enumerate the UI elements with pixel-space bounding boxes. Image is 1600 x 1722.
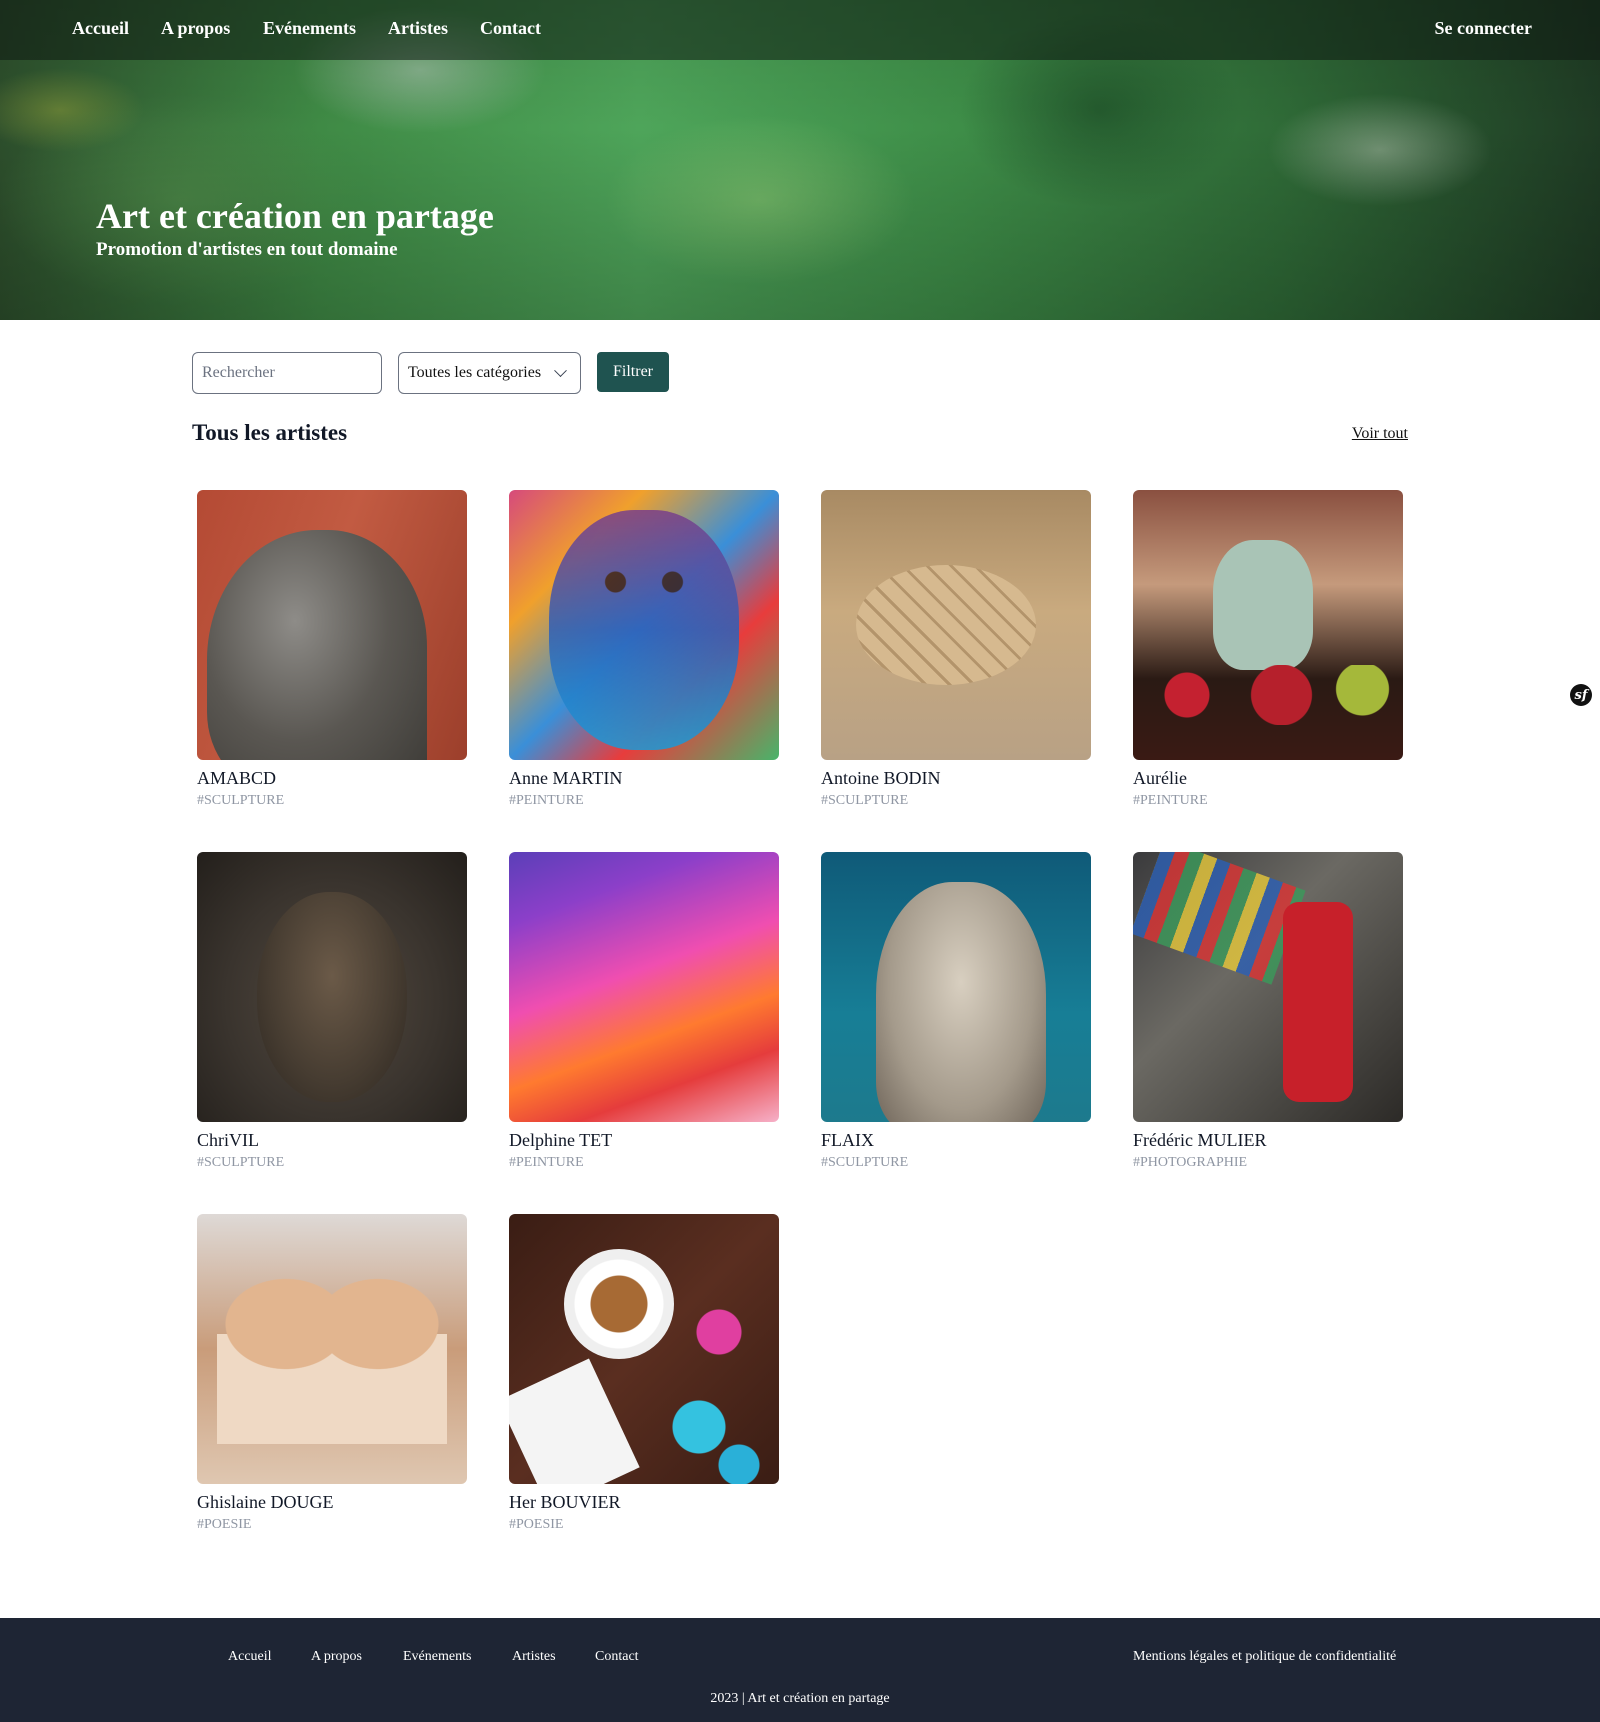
artist-image[interactable] [821,490,1091,760]
artist-name[interactable]: Antoine BODIN [821,768,1091,789]
artist-category-tag: #SCULPTURE [821,793,909,808]
artist-name[interactable]: Delphine TET [509,1130,779,1151]
nav-link-evenements[interactable]: Evénements [263,18,356,39]
artist-card[interactable]: Ghislaine DOUGE #POESIE [197,1214,467,1533]
chevron-down-icon [554,363,567,377]
artist-card[interactable]: Frédéric MULIER #PHOTOGRAPHIE [1133,852,1403,1171]
footer-link-a-propos[interactable]: A propos [311,1649,362,1665]
artist-image[interactable] [509,490,779,760]
top-navigation: Accueil A propos Evénements Artistes Con… [0,0,1600,60]
artist-card[interactable]: ChriVIL #SCULPTURE [197,852,467,1171]
section-title: Tous les artistes [192,420,348,445]
search-input[interactable] [192,352,382,394]
see-all-link[interactable]: Voir tout [1352,425,1408,443]
nav-link-a-propos[interactable]: A propos [161,18,230,39]
artist-name[interactable]: Aurélie [1133,768,1403,789]
footer-link-accueil[interactable]: Accueil [228,1649,272,1665]
artist-name[interactable]: AMABCD [197,768,467,789]
artist-image[interactable] [509,852,779,1122]
symfony-icon[interactable]: sf [1570,684,1592,706]
footer-legal-link[interactable]: Mentions légales et politique de confide… [1133,1649,1396,1665]
artist-card[interactable]: Antoine BODIN #SCULPTURE [821,490,1091,809]
artist-image[interactable] [197,1214,467,1484]
artist-category-tag: #PHOTOGRAPHIE [1133,1155,1248,1170]
artist-image[interactable] [1133,852,1403,1122]
nav-link-contact[interactable]: Contact [480,18,541,39]
nav-link-accueil[interactable]: Accueil [72,18,129,39]
footer-link-artistes[interactable]: Artistes [512,1649,556,1665]
footer: Accueil A propos Evénements Artistes Con… [0,1618,1600,1722]
artist-category-tag: #SCULPTURE [821,1155,909,1170]
artist-image[interactable] [197,852,467,1122]
footer-link-evenements[interactable]: Evénements [403,1649,471,1665]
login-link[interactable]: Se connecter [1435,18,1532,39]
artist-name[interactable]: ChriVIL [197,1130,467,1151]
artist-category-tag: #PEINTURE [509,1155,584,1170]
artist-card[interactable]: FLAIX #SCULPTURE [821,852,1091,1171]
artist-card[interactable]: Her BOUVIER #POESIE [509,1214,779,1533]
hero-subtitle: Promotion d'artistes en tout domaine [96,239,398,260]
artist-name[interactable]: FLAIX [821,1130,1091,1151]
artist-category-tag: #SCULPTURE [197,793,285,808]
copyright-text: 2023 | Art et création en partage [710,1691,890,1706]
hero-title: Art et création en partage [96,196,494,236]
nav-link-artistes[interactable]: Artistes [388,18,448,39]
artist-category-tag: #SCULPTURE [197,1155,285,1170]
artist-image[interactable] [821,852,1091,1122]
category-select-value: Toutes les catégories [408,364,542,381]
hero-banner: Accueil A propos Evénements Artistes Con… [0,0,1600,320]
category-select[interactable]: Toutes les catégories [398,352,581,394]
artist-name[interactable]: Ghislaine DOUGE [197,1492,467,1513]
artist-card[interactable]: Anne MARTIN #PEINTURE [509,490,779,809]
artist-category-tag: #POESIE [509,1517,564,1532]
artist-category-tag: #POESIE [197,1517,252,1532]
artist-category-tag: #PEINTURE [509,793,584,808]
artist-card[interactable]: AMABCD #SCULPTURE [197,490,467,809]
artist-card[interactable]: Aurélie #PEINTURE [1133,490,1403,809]
artist-name[interactable]: Her BOUVIER [509,1492,779,1513]
artist-image[interactable] [1133,490,1403,760]
filter-button[interactable]: Filtrer [597,352,669,392]
footer-link-contact[interactable]: Contact [595,1649,639,1665]
artist-category-tag: #PEINTURE [1133,793,1208,808]
artist-name[interactable]: Frédéric MULIER [1133,1130,1403,1151]
artist-name[interactable]: Anne MARTIN [509,768,779,789]
artist-image[interactable] [509,1214,779,1484]
artist-card[interactable]: Delphine TET #PEINTURE [509,852,779,1171]
artist-image[interactable] [197,490,467,760]
